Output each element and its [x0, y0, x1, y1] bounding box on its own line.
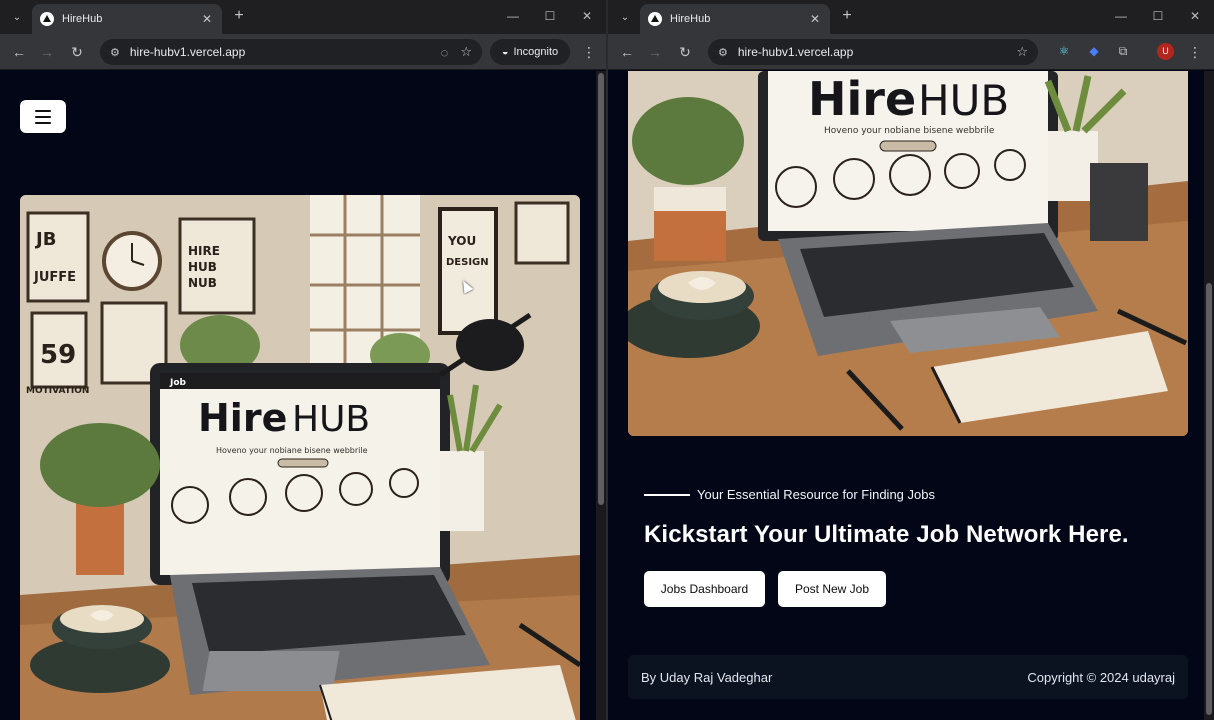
browser-window-left: ⌄ HireHub ✕ + — ☐ ✕ ← → ↻ ⚙ hire-hubv1.v… [0, 0, 606, 720]
address-bar[interactable]: ⚙ hire-hubv1.vercel.app ◌ ☆ [100, 39, 482, 65]
tagline-text: Your Essential Resource for Finding Jobs [697, 487, 935, 502]
plus-icon[interactable]: + [838, 7, 856, 25]
address-bar[interactable]: ⚙ hire-hubv1.vercel.app ☆ [708, 39, 1038, 65]
url-text: hire-hubv1.vercel.app [737, 45, 854, 59]
poster-motivation-text: MOTIVATION [26, 386, 89, 396]
window-close-icon[interactable]: ✕ [1188, 9, 1202, 23]
tune-icon[interactable]: ⚙ [718, 46, 728, 59]
star-icon[interactable]: ☆ [460, 44, 472, 60]
favicon-icon [40, 12, 54, 26]
footer-copyright: Copyright © 2024 udayraj [1027, 669, 1175, 685]
arrow-left-icon[interactable]: ← [618, 43, 636, 61]
profile-avatar[interactable]: U [1157, 43, 1174, 60]
hero-subtitle: Hoveno your nobiane bisene webbrile [216, 446, 368, 455]
tagline-row: Your Essential Resource for Finding Jobs [644, 487, 935, 502]
tab-strip: ⌄ HireHub ✕ + — ☐ ✕ [608, 0, 1214, 34]
arrow-right-icon[interactable]: → [38, 43, 56, 61]
incognito-badge[interactable]: ◒ Incognito [490, 39, 570, 65]
hamburger-icon [35, 109, 51, 112]
incognito-icon: ◒ [501, 46, 509, 58]
hero-brand-light: Hire [198, 396, 287, 440]
url-text: hire-hubv1.vercel.app [129, 45, 246, 59]
browser-toolbar: ← → ↻ ⚙ hire-hubv1.vercel.app ◌ ☆ ◒ Inco… [0, 34, 606, 70]
arrow-left-icon[interactable]: ← [10, 43, 28, 61]
scrollbar-right[interactable] [1204, 71, 1214, 720]
extensions-puzzle-icon[interactable]: ⧉ [1115, 43, 1131, 59]
hero-brand-bold: HUB [292, 399, 370, 440]
more-icon[interactable]: ⋮ [1188, 43, 1202, 61]
hamburger-menu-button[interactable] [20, 100, 66, 133]
page-viewport: Hire HUB Hoveno your nobiane bisene webb… [608, 71, 1214, 720]
arrow-right-icon[interactable]: → [646, 43, 664, 61]
tune-icon[interactable]: ⚙ [110, 46, 120, 59]
window-close-icon[interactable]: ✕ [580, 9, 594, 23]
window-divider [606, 0, 608, 720]
close-icon[interactable]: ✕ [808, 12, 822, 26]
minimize-icon[interactable]: — [506, 9, 520, 23]
tab-title: HireHub [670, 13, 711, 25]
svg-text:NUB: NUB [188, 276, 217, 290]
maximize-icon[interactable]: ☐ [543, 9, 557, 23]
favicon-icon [648, 12, 662, 26]
hero-illustration: JB JUFFE HIRE HUB NUB 59 YOU DESIGN MOTI… [20, 195, 580, 720]
hero-subtitle: Hoveno your nobiane bisene webbrile [824, 126, 995, 136]
svg-text:HIRE: HIRE [188, 244, 220, 258]
maximize-icon[interactable]: ☐ [1151, 9, 1165, 23]
hero-brand-bold: HUB [918, 76, 1009, 125]
close-icon[interactable]: ✕ [200, 12, 214, 26]
more-icon[interactable]: ⋮ [582, 43, 596, 61]
browser-window-right: ⌄ HireHub ✕ + — ☐ ✕ ← → ↻ ⚙ hire-hubv1.v… [608, 0, 1214, 720]
tab-title: HireHub [62, 13, 103, 25]
hero-nav-logo: Job [169, 378, 187, 388]
star-icon[interactable]: ☆ [1016, 44, 1028, 60]
chevron-down-icon[interactable]: ⌄ [8, 8, 26, 26]
post-new-job-button[interactable]: Post New Job [778, 571, 886, 607]
tab-hirehub[interactable]: HireHub ✕ [640, 4, 830, 34]
tagline-divider [644, 493, 690, 496]
reload-icon[interactable]: ↻ [676, 43, 694, 61]
footer-author: By Uday Raj Vadeghar [641, 669, 773, 685]
svg-text:JB: JB [34, 229, 56, 250]
incognito-label: Incognito [513, 46, 559, 58]
react-devtools-icon[interactable]: ⚛ [1056, 43, 1072, 59]
page-headline: Kickstart Your Ultimate Job Network Here… [644, 521, 1129, 548]
page-viewport: JB JUFFE HIRE HUB NUB 59 YOU DESIGN MOTI… [0, 71, 606, 720]
browser-toolbar: ← → ↻ ⚙ hire-hubv1.vercel.app ☆ ⚛ ◆ ⧉ U … [608, 34, 1214, 70]
desktop: ⌄ HireHub ✕ + — ☐ ✕ ← → ↻ ⚙ hire-hubv1.v… [0, 0, 1214, 720]
scroll-thumb-right[interactable] [1206, 283, 1212, 715]
hero-illustration: Hire HUB Hoveno your nobiane bisene webb… [628, 71, 1188, 436]
tab-strip: ⌄ HireHub ✕ + — ☐ ✕ [0, 0, 606, 34]
poster-59-text: 59 [40, 340, 76, 370]
tab-hirehub[interactable]: HireHub ✕ [32, 4, 222, 34]
jobs-dashboard-button[interactable]: Jobs Dashboard [644, 571, 765, 607]
scroll-thumb-left[interactable] [598, 73, 604, 505]
minimize-icon[interactable]: — [1114, 9, 1128, 23]
page-footer: By Uday Raj Vadeghar Copyright © 2024 ud… [628, 655, 1188, 699]
svg-text:HUB: HUB [188, 260, 217, 274]
eye-off-icon[interactable]: ◌ [441, 45, 449, 60]
poster-juffe-text: JUFFE [33, 270, 76, 285]
hero-image: JB JUFFE HIRE HUB NUB 59 YOU DESIGN MOTI… [20, 195, 580, 720]
svg-text:YOU: YOU [447, 234, 476, 248]
chevron-down-icon[interactable]: ⌄ [616, 8, 634, 26]
plus-icon[interactable]: + [230, 7, 248, 25]
svg-text:DESIGN: DESIGN [446, 257, 489, 268]
hero-brand-light: Hire [808, 72, 916, 126]
extension-shield-icon[interactable]: ◆ [1086, 43, 1102, 59]
scrollbar-left[interactable] [596, 71, 606, 720]
hero-image: Hire HUB Hoveno your nobiane bisene webb… [628, 71, 1188, 436]
reload-icon[interactable]: ↻ [68, 43, 86, 61]
